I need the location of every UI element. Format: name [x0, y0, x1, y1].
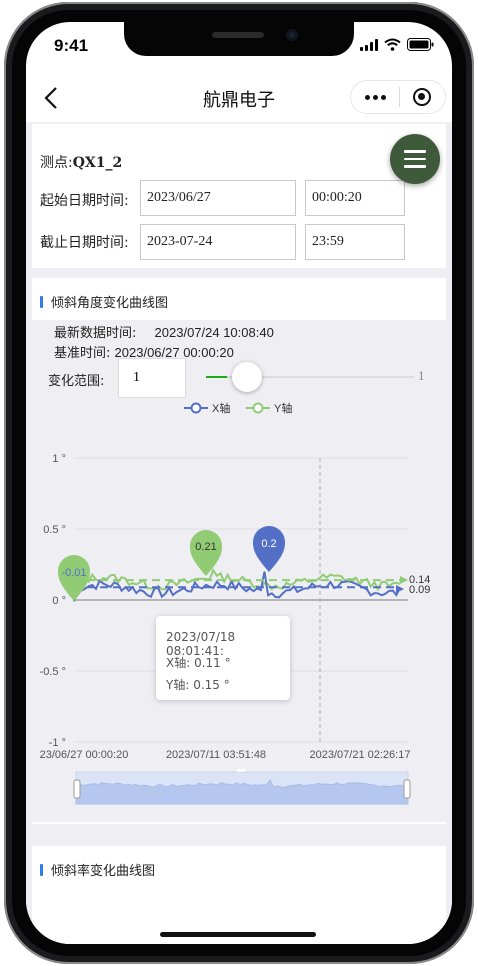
legend-x-label[interactable]: X轴: [212, 401, 230, 415]
y-tick-label: -1 °: [49, 737, 66, 749]
menu-icon: [404, 150, 426, 153]
tooltip-x-line: X轴: 0.11 °: [166, 656, 231, 670]
point-label: 测点:: [40, 155, 73, 171]
camera: [286, 29, 298, 41]
y-tick-label: 0 °: [52, 595, 66, 607]
nav-bar: 航鼎电子: [26, 74, 452, 122]
x-axis-ticks: 23/06/27 00:00:20 2023/07/11 03:51:48 20…: [40, 749, 411, 761]
x-min-label: -0.01: [61, 567, 86, 579]
y-tick-label: 0.5 °: [43, 524, 66, 536]
x-max-label: 0.2: [261, 538, 276, 550]
section-title-angle: 倾斜角度变化曲线图: [40, 292, 168, 311]
start-date-input[interactable]: 2023/06/27: [140, 180, 296, 216]
legend-y-icon[interactable]: [252, 402, 264, 414]
zoom-handle-right[interactable]: [403, 779, 411, 799]
legend: X轴 Y轴: [184, 401, 292, 415]
x-tick-label-0: 23/06/27 00:00:20: [40, 749, 129, 761]
start-label: 起始日期时间:: [40, 193, 129, 209]
zoom-grip[interactable]: [237, 769, 245, 772]
section-title-text: 倾斜角度变化曲线图: [51, 296, 169, 311]
speaker: [212, 32, 264, 38]
home-indicator: [160, 932, 316, 937]
angle-line-chart[interactable]: X轴 Y轴 1 °0.5 °0 °-0.5 °-1 ° 0.14 0.09 0.…: [32, 320, 446, 822]
battery-icon: [407, 38, 434, 51]
miniprogram-capsule: [350, 80, 446, 114]
tooltip-y-line: Y轴: 0.15 °: [166, 678, 230, 692]
y-tick-label: 1 °: [52, 453, 66, 465]
status-time: 9:41: [54, 36, 89, 55]
wifi-icon: [384, 38, 401, 51]
screen: 9:41 航鼎电子 测点:QX1_2 起始日期时间: 2023/06/27 00…: [26, 22, 452, 944]
data-zoom[interactable]: [73, 769, 411, 805]
more-icon[interactable]: [365, 94, 386, 100]
y-average-arrow: [400, 576, 408, 584]
x-tick-label-1: 2023/07/11 03:51:48: [166, 749, 266, 761]
section-accent-bar: [40, 295, 43, 308]
angle-chart-card: 倾斜角度变化曲线图 最新数据时间: 2023/07/24 10:08:40 基准…: [32, 278, 446, 824]
chart-area: 最新数据时间: 2023/07/24 10:08:40 基准时间: 2023/0…: [32, 320, 446, 822]
y-max-label: 0.21: [195, 541, 216, 553]
y-axis-ticks: 1 ° 0.5 ° 0 ° -0.5 ° -1 °: [40, 453, 66, 749]
section-title-rate: 倾斜率变化曲线图: [40, 860, 155, 879]
end-label: 截止日期时间:: [40, 235, 129, 251]
signal-icon: [360, 39, 378, 51]
end-date-input[interactable]: 2023-07-24: [140, 224, 296, 260]
end-time-input[interactable]: 23:59: [305, 224, 405, 260]
legend-x-icon[interactable]: [190, 402, 202, 414]
chart-tooltip: 2023/07/18 08:01:41: X轴: 0.11 ° Y轴: 0.15…: [156, 616, 290, 700]
point-value: QX1_2: [72, 155, 123, 171]
section-accent-bar: [40, 863, 43, 876]
x-tick-label-2: 2023/07/21 02:26:17: [310, 749, 411, 761]
start-time-input[interactable]: 00:00:20: [305, 180, 405, 216]
notch: [124, 22, 354, 56]
y-max-pin[interactable]: 0.21: [190, 530, 222, 576]
query-form: 测点:QX1_2 起始日期时间: 2023/06/27 00:00:20 截止日…: [32, 124, 446, 268]
menu-fab[interactable]: [390, 134, 440, 184]
point-row: 测点:QX1_2: [40, 152, 122, 172]
legend-y-label[interactable]: Y轴: [274, 401, 292, 415]
section-title-text: 倾斜率变化曲线图: [51, 864, 156, 879]
x-last-value: 0.09: [409, 584, 430, 596]
zoom-handle-left[interactable]: [73, 779, 81, 799]
status-icons: [360, 38, 434, 51]
x-max-pin[interactable]: 0.2: [253, 526, 285, 572]
capsule-divider: [399, 87, 400, 107]
close-miniprogram-icon[interactable]: [413, 88, 431, 106]
y-tick-label: -0.5 °: [40, 666, 66, 678]
rate-chart-card: 倾斜率变化曲线图: [32, 846, 446, 944]
content: 测点:QX1_2 起始日期时间: 2023/06/27 00:00:20 截止日…: [26, 122, 452, 944]
x-average-arrow: [396, 585, 404, 593]
